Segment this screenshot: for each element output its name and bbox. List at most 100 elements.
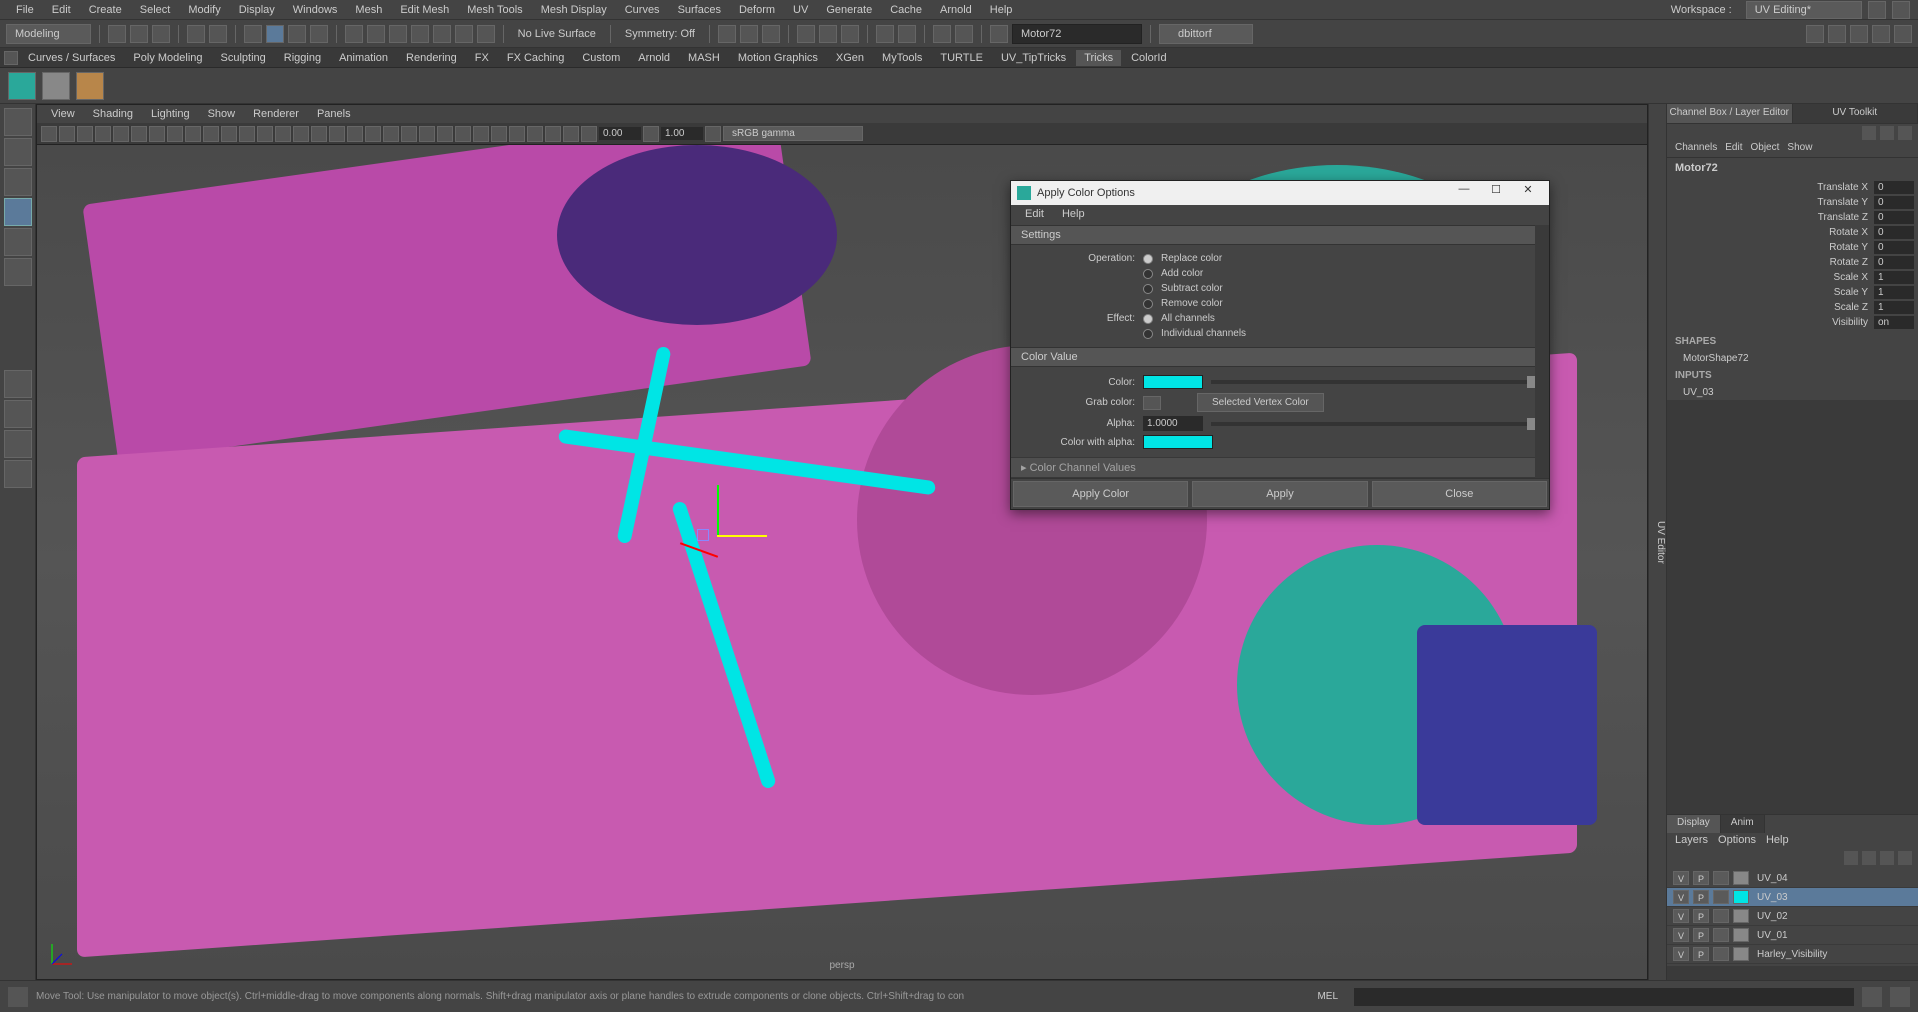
vp-ico-15[interactable] — [293, 126, 309, 142]
snap-plane-icon[interactable] — [411, 25, 429, 43]
attr-value[interactable]: 1 — [1874, 286, 1914, 299]
color-slider[interactable] — [1211, 380, 1535, 384]
opt-replace[interactable]: Replace color — [1161, 253, 1222, 264]
layer-vis-toggle[interactable]: V — [1673, 890, 1689, 904]
menu-edit[interactable]: Edit — [44, 2, 79, 18]
opt-add[interactable]: Add color — [1161, 268, 1203, 279]
menu-curves[interactable]: Curves — [617, 2, 668, 18]
radio-remove[interactable] — [1143, 299, 1153, 309]
tool-settings-icon[interactable] — [1828, 25, 1846, 43]
cb-ico-2[interactable] — [1880, 126, 1894, 140]
vp-ico-2[interactable] — [59, 126, 75, 142]
vp-ico-19[interactable] — [365, 126, 381, 142]
redo-icon[interactable] — [209, 25, 227, 43]
modeling-toolkit-icon[interactable] — [1872, 25, 1890, 43]
radio-add[interactable] — [1143, 269, 1153, 279]
render-view-icon[interactable] — [740, 25, 758, 43]
lp-menu-options[interactable]: Options — [1718, 834, 1756, 848]
layer-row[interactable]: V P UV_04 — [1667, 869, 1918, 888]
dialog-titlebar[interactable]: Apply Color Options — ☐ ✕ — [1011, 181, 1549, 205]
layer-vis-toggle[interactable]: V — [1673, 947, 1689, 961]
vp-ico-3[interactable] — [77, 126, 93, 142]
vp-ico-13[interactable] — [257, 126, 273, 142]
radio-subtract[interactable] — [1143, 284, 1153, 294]
layer-vis-toggle[interactable]: V — [1673, 871, 1689, 885]
ipr-render-icon[interactable] — [797, 25, 815, 43]
layer-scrollbar[interactable] — [1667, 966, 1918, 980]
lp-movedown-icon[interactable] — [1862, 851, 1876, 865]
shape-node[interactable]: MotorShape72 — [1667, 351, 1918, 366]
layer-name[interactable]: Harley_Visibility — [1753, 949, 1827, 960]
layer-name[interactable]: UV_03 — [1753, 892, 1788, 903]
object-name-label[interactable]: Motor72 — [1667, 158, 1918, 178]
render-frame-icon[interactable] — [762, 25, 780, 43]
layer-color-swatch[interactable] — [1733, 947, 1749, 961]
select-hierarchy-icon[interactable] — [266, 25, 284, 43]
render-setup-icon[interactable] — [898, 25, 916, 43]
cb-channels[interactable]: Channels — [1675, 142, 1717, 155]
radio-allchannels[interactable] — [1143, 314, 1153, 324]
live-surface-label[interactable]: No Live Surface — [512, 28, 602, 40]
scale-tool[interactable] — [4, 258, 32, 286]
mel-label[interactable]: MEL — [1309, 991, 1346, 1002]
vp-ico-29[interactable] — [545, 126, 561, 142]
shelf-fxcaching[interactable]: FX Caching — [499, 50, 572, 66]
vp-ico-8[interactable] — [167, 126, 183, 142]
menu-create[interactable]: Create — [81, 2, 130, 18]
shelf-turtle[interactable]: TURTLE — [932, 50, 991, 66]
shelf-animation[interactable]: Animation — [331, 50, 396, 66]
menu-file[interactable]: File — [8, 2, 42, 18]
lp-menu-help[interactable]: Help — [1766, 834, 1789, 848]
layer-color-swatch[interactable] — [1733, 928, 1749, 942]
cb-object[interactable]: Object — [1751, 142, 1780, 155]
opt-remove[interactable]: Remove color — [1161, 298, 1223, 309]
layer-row[interactable]: V P UV_02 — [1667, 907, 1918, 926]
menu-arnold[interactable]: Arnold — [932, 2, 980, 18]
select-tool[interactable] — [4, 108, 32, 136]
menu-mesh[interactable]: Mesh — [347, 2, 390, 18]
layer-color-swatch[interactable] — [1733, 871, 1749, 885]
workspace-dropdown[interactable]: UV Editing* — [1746, 1, 1862, 19]
close-button[interactable]: ✕ — [1513, 183, 1543, 203]
maximize-button[interactable]: ☐ — [1481, 183, 1511, 203]
layer-type-toggle[interactable] — [1713, 909, 1729, 923]
vp-ico-25[interactable] — [473, 126, 489, 142]
rotate-tool[interactable] — [4, 228, 32, 256]
quick-select-icon[interactable] — [990, 25, 1008, 43]
symmetry-dropdown[interactable]: Symmetry: Off — [619, 28, 701, 40]
menu-editmesh[interactable]: Edit Mesh — [392, 2, 457, 18]
shelf-item-3[interactable] — [76, 72, 104, 100]
shelf-motiongfx[interactable]: Motion Graphics — [730, 50, 826, 66]
shelf-item-1[interactable] — [8, 72, 36, 100]
vp-menu-view[interactable]: View — [43, 107, 83, 121]
vp-ico-27[interactable] — [509, 126, 525, 142]
attr-value[interactable]: 1 — [1874, 301, 1914, 314]
vp-ico-exposure[interactable] — [581, 126, 597, 142]
layer-editor-icon[interactable] — [1894, 25, 1912, 43]
vp-menu-shading[interactable]: Shading — [85, 107, 141, 121]
undo-icon[interactable] — [187, 25, 205, 43]
alpha-field[interactable]: 1.0000 — [1143, 416, 1203, 431]
layout-two-icon[interactable] — [4, 430, 32, 458]
lp-newsel-icon[interactable] — [1898, 851, 1912, 865]
vp-exposure-field[interactable]: 0.00 — [599, 127, 641, 140]
light-editor-icon[interactable] — [876, 25, 894, 43]
hypershade-icon[interactable] — [841, 25, 859, 43]
shelf-fx[interactable]: FX — [467, 50, 497, 66]
open-scene-icon[interactable] — [130, 25, 148, 43]
ccv-section[interactable]: ▸ Color Channel Values — [1011, 457, 1549, 478]
dlg-menu-edit[interactable]: Edit — [1017, 207, 1052, 223]
menu-select[interactable]: Select — [132, 2, 179, 18]
vp-ico-9[interactable] — [185, 126, 201, 142]
shelf-colorid[interactable]: ColorId — [1123, 50, 1174, 66]
vp-menu-renderer[interactable]: Renderer — [245, 107, 307, 121]
vp-gamma-field[interactable]: 1.00 — [661, 127, 703, 140]
mode-dropdown[interactable]: Modeling — [6, 24, 91, 44]
apply-color-button[interactable]: Apply Color — [1013, 481, 1188, 507]
shelf-rendering[interactable]: Rendering — [398, 50, 465, 66]
menu-modify[interactable]: Modify — [180, 2, 228, 18]
layer-type-toggle[interactable] — [1713, 890, 1729, 904]
lp-tab-display[interactable]: Display — [1667, 815, 1721, 833]
menu-meshtools[interactable]: Mesh Tools — [459, 2, 530, 18]
cb-show[interactable]: Show — [1787, 142, 1812, 155]
